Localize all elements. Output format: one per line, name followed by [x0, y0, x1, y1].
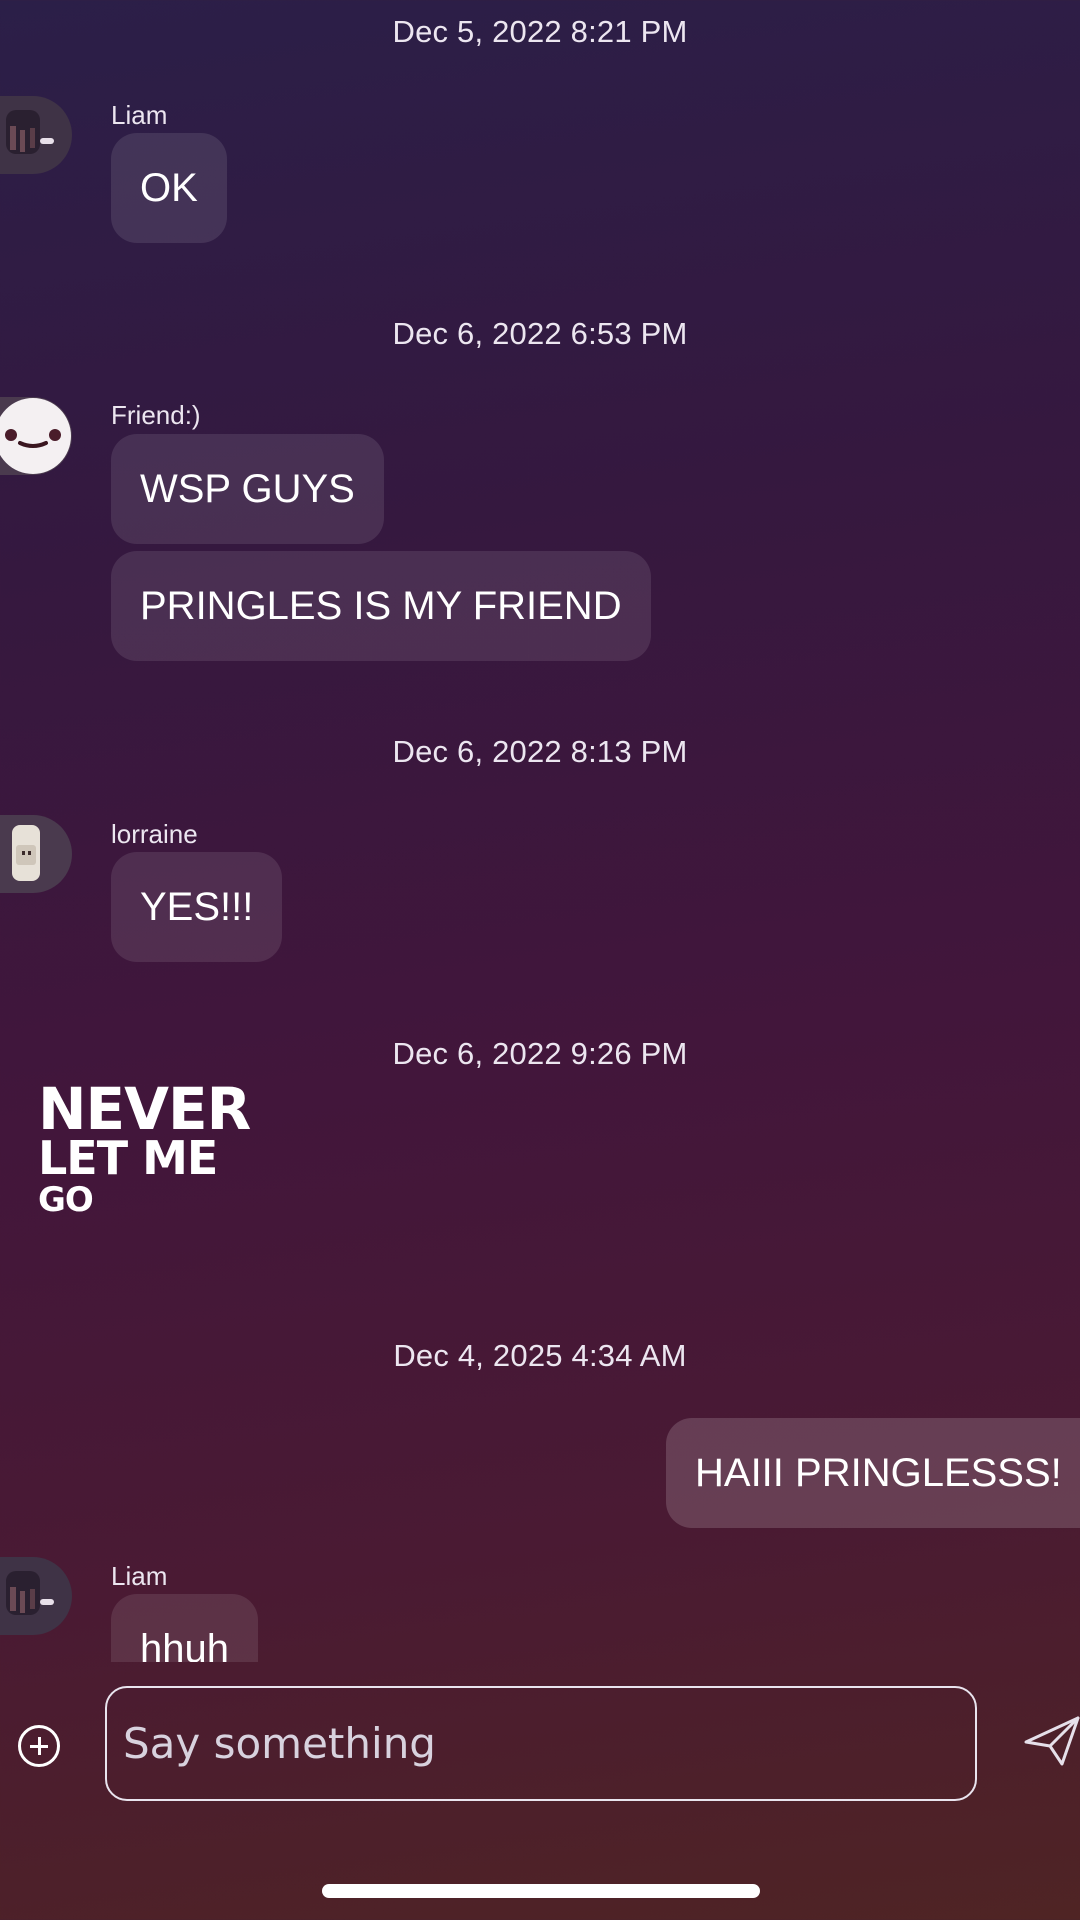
timestamp: Dec 6, 2022 6:53 PM [392, 316, 688, 351]
sender-name: lorraine [111, 819, 198, 849]
message-list-viewport[interactable]: Liam hhuh [0, 1550, 1080, 1662]
timestamp: Dec 6, 2022 9:26 PM [392, 1036, 688, 1071]
paper-plane-icon[interactable] [1022, 1712, 1080, 1772]
my-message-bubble[interactable]: HAIII PRINGLESSS! [666, 1418, 1080, 1528]
timestamp: Dec 6, 2022 8:13 PM [392, 734, 688, 769]
timestamp: Dec 5, 2022 8:21 PM [392, 14, 688, 49]
message-bubble[interactable]: hhuh [111, 1594, 258, 1662]
message-bubble[interactable]: YES!!! [111, 852, 283, 962]
message-bubble[interactable]: PRINGLES IS MY FRIEND [111, 551, 651, 661]
message-bubble[interactable]: WSP GUYS [111, 434, 384, 544]
timestamp: Dec 4, 2025 4:34 AM [393, 1338, 687, 1373]
avatar-liam[interactable] [0, 1557, 72, 1635]
avatar-liam[interactable] [0, 96, 72, 174]
avatar-lorraine[interactable] [0, 815, 72, 893]
message-bubble[interactable]: OK [111, 133, 227, 243]
sender-name: Friend:) [111, 400, 201, 430]
sender-name: Liam [111, 1561, 168, 1591]
message-input-field[interactable] [105, 1686, 977, 1801]
sender-name: Liam [111, 100, 168, 130]
avatar-friend[interactable] [0, 397, 72, 475]
home-indicator[interactable] [322, 1884, 760, 1898]
message-input[interactable] [107, 1688, 975, 1799]
plus-circle-icon[interactable] [18, 1725, 60, 1767]
sticker-text-line: GO [38, 1180, 94, 1220]
sticker-text-line: LET ME [38, 1131, 218, 1185]
